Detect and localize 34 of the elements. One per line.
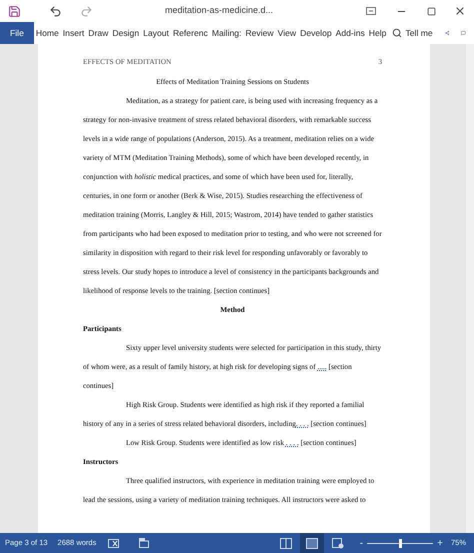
read-view-icon xyxy=(280,538,292,548)
comment-icon[interactable] xyxy=(461,28,466,38)
ribbon-tab[interactable]: Referenc xyxy=(170,22,210,44)
window-title: meditation-as-medicine.d... xyxy=(165,4,274,18)
search-icon xyxy=(392,28,402,38)
ribbon-tab[interactable]: Develop xyxy=(298,22,334,44)
maximize-icon[interactable] xyxy=(427,6,436,16)
ribbon-tab[interactable]: Mailing: xyxy=(210,22,244,44)
close-icon[interactable] xyxy=(454,5,466,17)
ribbon-tab[interactable]: Layout xyxy=(141,22,171,44)
print-view-icon xyxy=(306,538,318,548)
tell-me-search[interactable]: Tell me xyxy=(392,26,433,40)
scrollbar[interactable] xyxy=(466,44,474,533)
save-icon[interactable] xyxy=(8,4,21,18)
undo-icon[interactable] xyxy=(49,4,62,18)
ribbon-display-icon[interactable] xyxy=(366,7,376,15)
zoom-thumb[interactable] xyxy=(398,538,402,548)
zoom-out-button[interactable]: - xyxy=(360,536,364,550)
proofing-icon[interactable] xyxy=(108,538,120,548)
ribbon-tab[interactable]: Help xyxy=(366,22,388,44)
print-view-button[interactable] xyxy=(300,533,324,553)
ribbon-tab[interactable]: Design xyxy=(110,22,142,44)
share-icon[interactable] xyxy=(444,28,450,38)
web-view-icon xyxy=(332,538,344,548)
ribbon-tab[interactable]: Draw xyxy=(86,22,110,44)
ribbon-tab[interactable]: Review xyxy=(243,22,276,44)
macro-icon[interactable] xyxy=(139,538,150,548)
zoom-in-button[interactable]: + xyxy=(437,536,443,550)
ribbon-tab[interactable]: File xyxy=(0,22,34,44)
ribbon-tab[interactable]: Insert xyxy=(60,22,86,44)
zoom-slider[interactable] xyxy=(367,538,434,548)
ribbon-tab[interactable]: View xyxy=(276,22,298,44)
ribbon-tab[interactable]: Add-ins xyxy=(334,22,367,44)
ribbon-tab[interactable]: Home xyxy=(34,22,61,44)
